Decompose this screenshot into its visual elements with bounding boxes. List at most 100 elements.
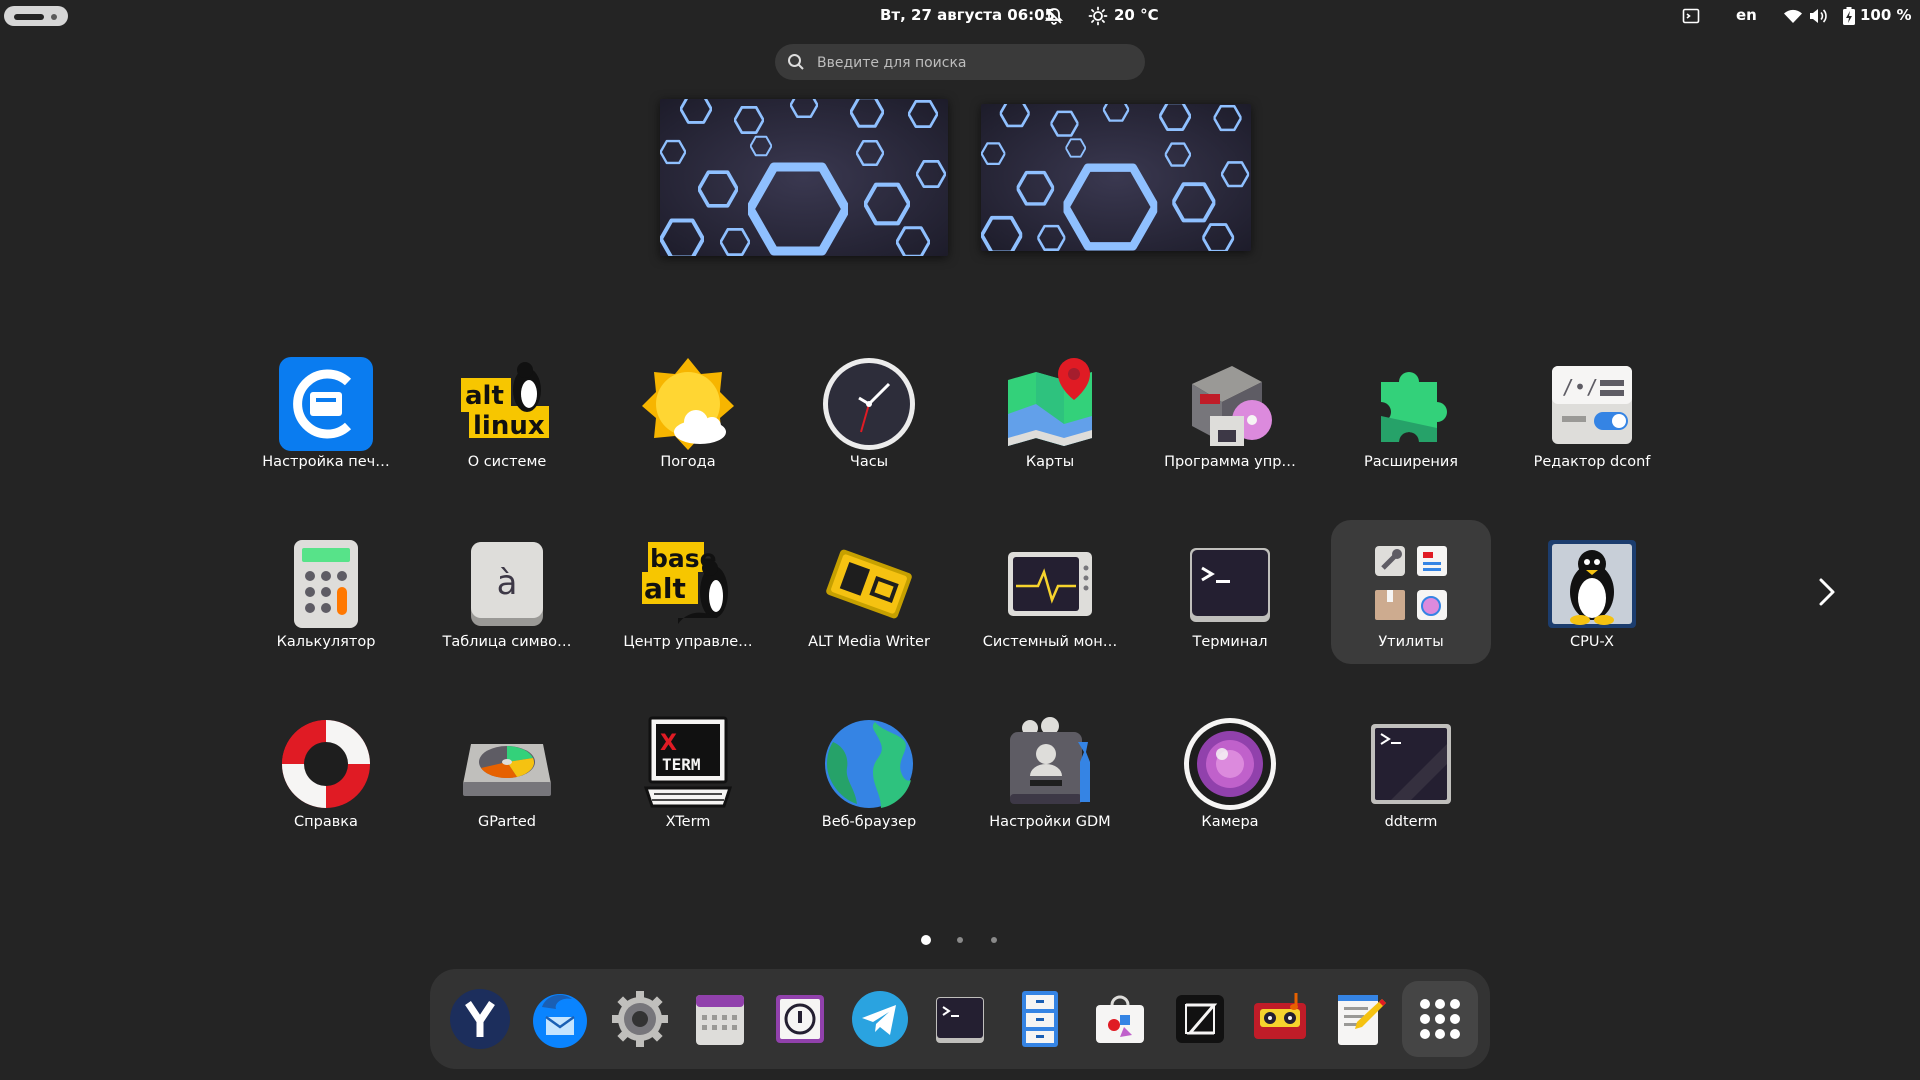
terminal-icon	[1190, 548, 1270, 622]
app-calculator[interactable]: Калькулятор	[246, 520, 406, 664]
app-maps[interactable]: Карты	[970, 340, 1130, 484]
app-utilities-folder[interactable]: Утилиты	[1331, 520, 1491, 664]
dock-item-thunderbird[interactable]	[522, 981, 598, 1057]
next-page-chevron-icon[interactable]	[1812, 572, 1840, 612]
weather-temperature[interactable]: 20 °C	[1114, 6, 1159, 24]
app-weather[interactable]: Погода	[608, 340, 768, 484]
tux-icon	[1548, 540, 1636, 628]
app-label: Системный мон…	[982, 634, 1118, 650]
globe-icon	[825, 720, 913, 808]
xterm-icon: X TERM	[643, 716, 733, 808]
dock-item-show-apps[interactable]	[1402, 981, 1478, 1057]
dock-item-file-cabinet[interactable]	[1002, 981, 1078, 1057]
app-web-browser[interactable]: Веб-браузер	[789, 700, 949, 844]
page-indicator-3[interactable]	[991, 937, 997, 943]
dock-item-telegram[interactable]	[842, 981, 918, 1057]
dock	[430, 969, 1490, 1069]
workspace-pill-active	[14, 14, 44, 20]
app-label: Камера	[1201, 814, 1259, 830]
notifications-off-icon[interactable]	[1044, 6, 1064, 26]
app-label: Настройки GDM	[989, 814, 1111, 830]
terminal-indicator-icon[interactable]	[1682, 7, 1700, 25]
alt-logo-text: alt	[644, 572, 686, 605]
linux-logo-text: linux	[473, 411, 545, 441]
gear-icon	[612, 991, 668, 1047]
dock-item-terminal[interactable]	[922, 981, 998, 1057]
wallpaper-hexagons	[981, 104, 1251, 251]
app-character-map[interactable]: à Таблица симво…	[427, 520, 587, 664]
app-clocks[interactable]: Часы	[789, 340, 949, 484]
app-label: CPU-X	[1570, 634, 1614, 650]
page-indicator-2[interactable]	[957, 937, 963, 943]
lifebuoy-icon	[282, 720, 370, 808]
app-label: Настройка печ…	[262, 454, 390, 470]
app-label: Терминал	[1192, 634, 1268, 650]
terminal-icon	[936, 997, 984, 1043]
dock-item-text-editor[interactable]	[1322, 981, 1398, 1057]
app-system-monitor[interactable]: Системный мон…	[970, 520, 1130, 664]
volume-icon[interactable]	[1808, 6, 1828, 26]
basealt-icon: base alt	[642, 542, 728, 624]
app-label: Расширения	[1363, 454, 1459, 470]
app-printer-settings[interactable]: Настройка печ…	[246, 340, 406, 484]
workspace-thumbnail-1[interactable]	[660, 99, 948, 256]
dock-item-yandex-browser[interactable]	[442, 981, 518, 1057]
dock-item-audio-recorder[interactable]	[1242, 981, 1318, 1057]
dock-item-zed-editor[interactable]	[1162, 981, 1238, 1057]
app-package-manager[interactable]: Программа упр…	[1150, 340, 1310, 484]
app-about-system[interactable]: alt linux О системе	[427, 340, 587, 484]
search-entry[interactable]	[775, 44, 1145, 82]
activities-indicator[interactable]	[4, 6, 68, 26]
media-writer-icon	[826, 549, 912, 619]
dock-item-password-manager[interactable]	[762, 981, 838, 1057]
app-control-center[interactable]: base alt Центр управле…	[608, 520, 768, 664]
xterm-term-text: TERM	[662, 755, 701, 774]
character-map-icon: à	[471, 542, 543, 626]
svg-text:/•/: /•/	[1562, 375, 1598, 399]
cassette-icon	[1254, 993, 1306, 1039]
app-camera[interactable]: Камера	[1150, 700, 1310, 844]
dconf-icon: /•/	[1552, 366, 1632, 444]
app-ddterm[interactable]: ddterm	[1331, 700, 1491, 844]
app-help[interactable]: Справка	[246, 700, 406, 844]
battery-icon[interactable]	[1842, 6, 1856, 26]
app-label: GParted	[478, 814, 536, 830]
app-label: Карты	[1025, 454, 1075, 470]
package-manager-icon	[1192, 366, 1272, 446]
app-alt-media-writer[interactable]: ALT Media Writer	[789, 520, 949, 664]
app-terminal[interactable]: Терминал	[1150, 520, 1310, 664]
dock-item-settings[interactable]	[602, 981, 678, 1057]
yandex-browser-icon	[450, 989, 510, 1049]
gparted-icon	[463, 744, 551, 796]
app-label: XTerm	[665, 814, 711, 830]
ddterm-icon	[1371, 724, 1451, 804]
dock-item-software-store[interactable]	[1082, 981, 1158, 1057]
top-bar: Вт, 27 августа 06:05 20 °C en 100 %	[0, 0, 1920, 32]
wifi-icon[interactable]	[1783, 6, 1803, 26]
calendar-icon	[696, 995, 744, 1045]
app-extensions[interactable]: Расширения	[1331, 340, 1491, 484]
char-map-glyph: à	[497, 563, 518, 603]
alt-linux-icon: alt linux	[461, 362, 549, 441]
weather-sun-icon[interactable]	[1088, 6, 1108, 26]
battery-percentage[interactable]: 100 %	[1860, 6, 1912, 24]
app-xterm[interactable]: X TERM XTerm	[608, 700, 768, 844]
app-label: Веб-браузер	[821, 814, 917, 830]
app-cpu-x[interactable]: CPU-X	[1512, 520, 1672, 664]
text-editor-icon	[1338, 995, 1386, 1045]
clock-icon	[823, 358, 915, 450]
app-gdm-settings[interactable]: Настройки GDM	[970, 700, 1130, 844]
workspace-thumbnail-2[interactable]	[981, 104, 1251, 251]
app-grid-icon	[1420, 999, 1460, 1039]
thunderbird-icon	[533, 994, 587, 1048]
search-input[interactable]	[815, 44, 1139, 82]
page-indicator-1[interactable]	[921, 935, 931, 945]
app-gparted[interactable]: GParted	[427, 700, 587, 844]
keyboard-layout-indicator[interactable]: en	[1736, 6, 1757, 24]
app-label: Программа упр…	[1164, 454, 1296, 470]
app-dconf-editor[interactable]: /•/ Редактор dconf	[1512, 340, 1672, 484]
dock-item-calendar[interactable]	[682, 981, 758, 1057]
software-store-icon	[1096, 995, 1144, 1043]
weather-icon	[642, 358, 734, 450]
date-time-button[interactable]: Вт, 27 августа 06:05	[880, 6, 1055, 24]
